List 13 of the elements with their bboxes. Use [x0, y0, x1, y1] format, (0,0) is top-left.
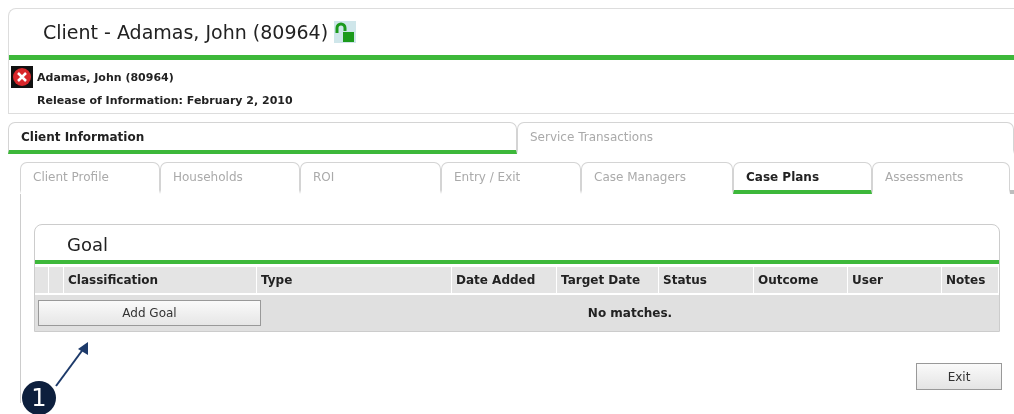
annotation-arrow: [55, 342, 88, 387]
unlocked-padlock-icon[interactable]: [334, 21, 357, 43]
step-number-badge: 1: [22, 381, 56, 414]
release-of-information: Release of Information: February 2, 2010: [37, 94, 294, 107]
exit-button[interactable]: Exit: [916, 363, 1002, 390]
error-icon: [11, 66, 33, 88]
tab[interactable]: Client Information: [8, 122, 517, 154]
client-name: Adamas, John (80964): [37, 70, 175, 84]
panel-title: Goal: [67, 234, 108, 255]
empty-message: No matches.: [586, 306, 674, 320]
tab[interactable]: Case Plans: [733, 162, 872, 194]
add-goal-button[interactable]: Add Goal: [38, 300, 261, 326]
client-title: Client - Adamas, John (80964): [43, 21, 329, 43]
